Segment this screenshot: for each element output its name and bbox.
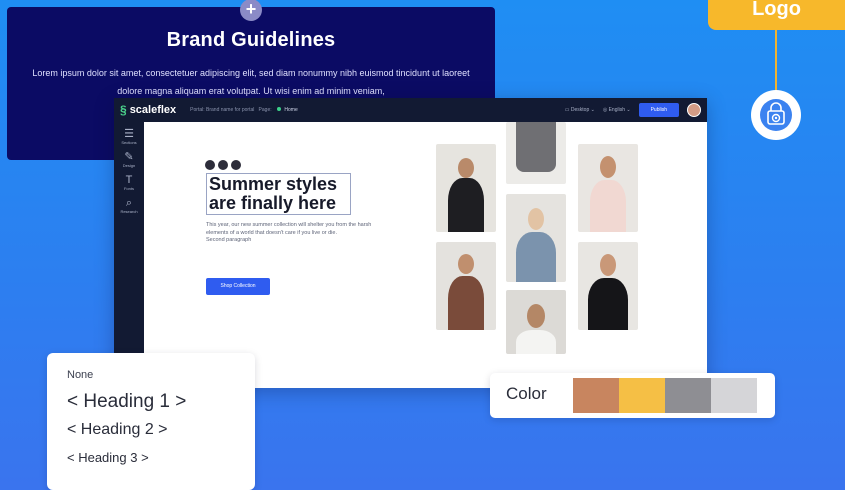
brush-icon: ✎ bbox=[124, 151, 134, 163]
swatch-gray[interactable] bbox=[665, 378, 711, 413]
shopping-bag-icon bbox=[760, 99, 792, 131]
swatch-yellow[interactable] bbox=[619, 378, 665, 413]
logo-tag: Logo bbox=[708, 0, 845, 30]
headline-line-2: are finally here bbox=[209, 193, 337, 213]
model-photo[interactable] bbox=[506, 290, 566, 354]
device-label: Desktop bbox=[570, 107, 590, 113]
color-palette-card: Color bbox=[490, 373, 775, 418]
logo-badge bbox=[751, 90, 801, 140]
headline-line-1: Summer styles bbox=[209, 174, 338, 194]
app-logo[interactable]: § scaleflex bbox=[120, 103, 176, 117]
avatar[interactable] bbox=[687, 103, 701, 117]
model-photo[interactable] bbox=[578, 242, 638, 330]
heading-option-h1[interactable]: < Heading 1 > bbox=[67, 391, 255, 413]
heading-option-h3[interactable]: < Heading 3 > bbox=[67, 450, 255, 465]
paragraph-text-2: Second paragraph bbox=[206, 237, 252, 243]
sidebar-item-fonts[interactable]: T Fonts bbox=[114, 174, 144, 191]
menu-icon: ☰ bbox=[124, 128, 134, 140]
sidebar-item-label: Research bbox=[120, 209, 138, 214]
edit-tool-icon[interactable] bbox=[205, 160, 215, 170]
page-name: Home bbox=[284, 107, 298, 113]
model-photo[interactable] bbox=[436, 144, 496, 232]
swatch-brown[interactable] bbox=[573, 378, 619, 413]
page-canvas: Summer styles are finally here This year… bbox=[144, 122, 707, 388]
language-label: English bbox=[608, 107, 625, 113]
sidebar-item-research[interactable]: ⌕ Research bbox=[114, 197, 144, 214]
brand-description: Lorem ipsum dolor sit amet, consectetuer… bbox=[32, 68, 470, 96]
model-photo[interactable] bbox=[506, 194, 566, 282]
heading-option-none[interactable]: None bbox=[67, 369, 255, 381]
sidebar-item-design[interactable]: ✎ Design bbox=[114, 151, 144, 168]
page-status-dot bbox=[277, 107, 282, 111]
language-select[interactable]: ◎ English ⌄ bbox=[603, 107, 631, 113]
sidebar-item-label: Fonts bbox=[123, 186, 134, 191]
logo-connector bbox=[775, 30, 777, 92]
settings-tool-icon[interactable] bbox=[231, 160, 241, 170]
swatch-light-gray[interactable] bbox=[711, 378, 757, 413]
portal-breadcrumb: Portal: Brand name for portal bbox=[190, 107, 255, 113]
paragraph-block[interactable]: This year, our new summer collection wil… bbox=[206, 222, 381, 245]
add-icon[interactable]: + bbox=[240, 0, 262, 21]
brand-title: Brand Guidelines bbox=[166, 29, 336, 51]
model-photo[interactable] bbox=[506, 122, 566, 184]
search-icon: ⌕ bbox=[125, 197, 133, 209]
paragraph-text: This year, our new summer collection wil… bbox=[206, 222, 372, 236]
shop-collection-button[interactable]: Shop Collection bbox=[206, 278, 270, 295]
color-swatches bbox=[573, 378, 757, 413]
page-label: Page: bbox=[258, 107, 272, 113]
publish-button[interactable]: Publish bbox=[638, 103, 679, 117]
style-tool-icon[interactable] bbox=[218, 160, 228, 170]
model-photo[interactable] bbox=[436, 242, 496, 330]
heading-styles-card: None < Heading 1 > < Heading 2 > < Headi… bbox=[47, 353, 255, 490]
sidebar-item-label: Design bbox=[122, 163, 136, 168]
text-toolbar bbox=[205, 160, 241, 170]
sidebar-item-sections[interactable]: ☰ Sections bbox=[114, 128, 144, 145]
logo-mark-icon: § bbox=[120, 103, 127, 117]
sidebar-item-label: Sections bbox=[121, 140, 137, 145]
color-label: Color bbox=[506, 384, 547, 403]
breadcrumb[interactable]: Portal: Brand name for portal Page: Home bbox=[190, 107, 298, 113]
editor-window: § scaleflex Portal: Brand name for porta… bbox=[114, 98, 707, 388]
device-select[interactable]: ▭ Desktop ⌄ bbox=[565, 107, 595, 113]
app-name: scaleflex bbox=[129, 104, 177, 116]
editor-topbar: § scaleflex Portal: Brand name for porta… bbox=[114, 98, 707, 122]
editor-sidebar: ☰ Sections ✎ Design T Fonts ⌕ Research bbox=[114, 122, 144, 388]
model-photo[interactable] bbox=[578, 144, 638, 232]
headline-block[interactable]: Summer styles are finally here bbox=[206, 173, 351, 215]
heading-option-h2[interactable]: < Heading 2 > bbox=[67, 421, 255, 439]
text-icon: T bbox=[125, 174, 133, 186]
